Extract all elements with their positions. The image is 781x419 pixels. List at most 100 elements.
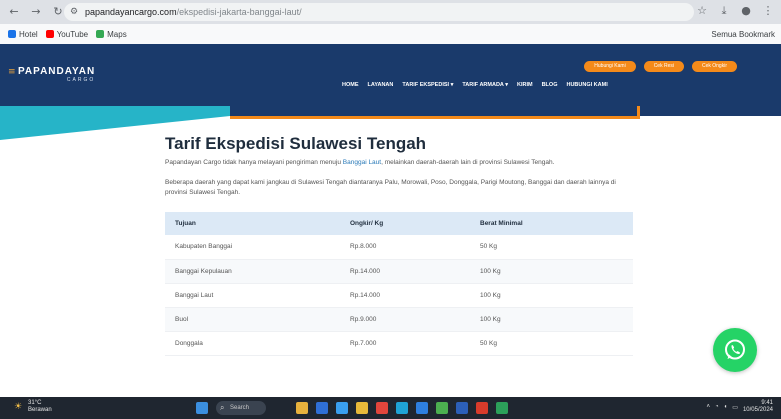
url-bar[interactable]: ⚙ papandayancargo.com /ekspedisi-jakarta… bbox=[64, 3, 694, 21]
bookmark-item[interactable]: Maps bbox=[96, 30, 127, 39]
app-icon[interactable] bbox=[336, 402, 348, 414]
check-rate-button[interactable]: Cek Ongkir bbox=[691, 61, 737, 72]
logo-mark-icon: ≡ bbox=[8, 67, 16, 77]
nav-services[interactable]: LAYANAN bbox=[368, 82, 394, 88]
table-row: Buol Rp.9.000 100 Kg bbox=[165, 307, 633, 332]
word-icon[interactable] bbox=[456, 402, 468, 414]
cell-destination: Banggai Laut bbox=[165, 283, 340, 308]
nav-home[interactable]: HOME bbox=[342, 82, 359, 88]
clock-date: 10/05/2024 bbox=[742, 407, 773, 413]
decorative-line-vertical bbox=[637, 106, 640, 119]
bookmark-favicon-icon bbox=[8, 30, 16, 38]
app-icon[interactable] bbox=[316, 402, 328, 414]
system-tray: ˄ ◔ ◖ ▭ 9:41 10/05/2024 bbox=[707, 400, 773, 414]
download-icon[interactable]: ⤓ bbox=[717, 4, 731, 18]
youtube-icon bbox=[45, 30, 54, 38]
table-row: Banggai Laut Rp.14.000 100 Kg bbox=[165, 283, 633, 308]
site-logo[interactable]: ≡ PAPANDAYAN CARGO bbox=[8, 66, 96, 83]
maps-icon bbox=[96, 30, 105, 38]
app-icon[interactable] bbox=[416, 402, 428, 414]
wifi-icon[interactable]: ◔ bbox=[715, 404, 719, 410]
clock-time: 9:41 bbox=[761, 400, 773, 406]
cell-min-weight: 50 Kg bbox=[470, 235, 633, 260]
cell-min-weight: 100 Kg bbox=[470, 259, 633, 284]
browser-actions: ☆ ⤓ ● ⋮ bbox=[695, 4, 775, 18]
weather-icon: ☀ bbox=[14, 402, 23, 412]
bookmark-label: Hotel bbox=[19, 29, 38, 39]
chrome-icon[interactable] bbox=[376, 402, 388, 414]
nav-contact[interactable]: HUBUNGI KAMI bbox=[566, 82, 607, 88]
page-title: Tarif Ekspedisi Sulawesi Tengah bbox=[165, 134, 427, 153]
cell-min-weight: 50 Kg bbox=[470, 331, 633, 356]
cell-destination: Kabupaten Banggai bbox=[165, 235, 340, 260]
logo-text: PAPANDAYAN bbox=[18, 66, 96, 77]
nav-fleet-rates[interactable]: TARIF ARMADA ▾ bbox=[462, 82, 508, 88]
bookmark-item[interactable]: YouTube bbox=[45, 29, 89, 39]
nav-send[interactable]: KIRIM bbox=[517, 82, 533, 88]
header-action-buttons: Hubungi Kami Cek Resi Cek Ongkir bbox=[584, 61, 737, 72]
site-info-icon[interactable]: ⚙ bbox=[70, 7, 80, 17]
app-icon[interactable] bbox=[476, 402, 488, 414]
edge-icon[interactable] bbox=[396, 402, 408, 414]
back-icon[interactable]: ← bbox=[6, 4, 22, 20]
table-row: Banggai Kepulauan Rp.14.000 100 Kg bbox=[165, 259, 633, 284]
cell-rate: Rp.14.000 bbox=[340, 259, 470, 284]
main-navigation: HOME LAYANAN TARIF EKSPEDISI ▾ TARIF ARM… bbox=[342, 82, 608, 88]
weather-temp: 31°C bbox=[28, 400, 42, 406]
decorative-line bbox=[230, 116, 640, 119]
logo-subtext: CARGO bbox=[66, 77, 96, 83]
table-row: Donggala Rp.7.000 50 Kg bbox=[165, 331, 633, 356]
clock[interactable]: 9:41 10/05/2024 bbox=[743, 400, 773, 414]
nav-blog[interactable]: BLOG bbox=[542, 82, 558, 88]
contact-button[interactable]: Hubungi Kami bbox=[584, 61, 636, 72]
bookmark-label: Maps bbox=[107, 29, 127, 39]
cell-rate: Rp.14.000 bbox=[340, 283, 470, 308]
bookmarks-bar: Hotel YouTube Maps Semua Bookmark bbox=[0, 24, 781, 44]
file-explorer-icon[interactable] bbox=[296, 402, 308, 414]
volume-icon[interactable]: ◖ bbox=[724, 404, 728, 410]
cell-min-weight: 100 Kg bbox=[470, 307, 633, 332]
profile-icon[interactable]: ● bbox=[739, 4, 753, 18]
nav-expedition-rates[interactable]: TARIF EKSPEDISI ▾ bbox=[402, 82, 453, 88]
intro-text: Papandayan Cargo tidak hanya melayani pe… bbox=[165, 159, 343, 166]
menu-icon[interactable]: ⋮ bbox=[761, 4, 775, 18]
url-host: papandayancargo.com bbox=[85, 7, 177, 17]
banggai-laut-link[interactable]: Banggai Laut bbox=[343, 159, 381, 166]
cell-destination: Banggai Kepulauan bbox=[165, 259, 340, 284]
taskbar-search[interactable]: Search bbox=[216, 401, 266, 415]
column-header-rate: Ongkir/ Kg bbox=[340, 212, 470, 235]
url-path: /ekspedisi-jakarta-banggai-laut/ bbox=[176, 7, 302, 17]
weather-widget[interactable]: ☀ 31°C Berawan bbox=[14, 400, 52, 414]
cell-destination: Donggala bbox=[165, 331, 340, 356]
all-bookmarks[interactable]: Semua Bookmark bbox=[711, 30, 775, 39]
main-content: Tarif Ekspedisi Sulawesi Tengah Papanday… bbox=[165, 128, 633, 356]
battery-icon[interactable]: ▭ bbox=[732, 404, 738, 411]
cell-min-weight: 100 Kg bbox=[470, 283, 633, 308]
cell-rate: Rp.9.000 bbox=[340, 307, 470, 332]
weather-desc: Berawan bbox=[28, 407, 52, 413]
table-header-row: Tujuan Ongkir/ Kg Berat Minimal bbox=[165, 212, 633, 235]
tray-chevron-icon[interactable]: ˄ bbox=[707, 404, 711, 410]
excel-icon[interactable] bbox=[496, 402, 508, 414]
bookmark-star-icon[interactable]: ☆ bbox=[695, 4, 709, 18]
taskbar-apps: Search bbox=[196, 401, 508, 415]
intro-text-end: , melainkan daerah-daerah lain di provin… bbox=[381, 159, 555, 166]
whatsapp-icon bbox=[725, 339, 745, 360]
whatsapp-chat-button[interactable] bbox=[713, 328, 757, 372]
cell-rate: Rp.7.000 bbox=[340, 331, 470, 356]
app-icon[interactable] bbox=[356, 402, 368, 414]
column-header-min-weight: Berat Minimal bbox=[470, 212, 633, 235]
windows-start-icon[interactable] bbox=[196, 402, 208, 414]
bookmark-label: YouTube bbox=[56, 29, 89, 39]
cell-rate: Rp.8.000 bbox=[340, 235, 470, 260]
intro-paragraph: Papandayan Cargo tidak hanya melayani pe… bbox=[165, 158, 633, 168]
coverage-paragraph: Beberapa daerah yang dapat kami jangkau … bbox=[165, 179, 616, 196]
cell-destination: Buol bbox=[165, 307, 340, 332]
forward-icon[interactable]: → bbox=[28, 4, 44, 20]
track-button[interactable]: Cek Resi bbox=[643, 61, 684, 72]
app-icon[interactable] bbox=[436, 402, 448, 414]
decorative-band bbox=[0, 106, 230, 116]
column-header-destination: Tujuan bbox=[165, 212, 340, 235]
bookmark-item[interactable]: Hotel bbox=[8, 30, 38, 39]
rates-table: Tujuan Ongkir/ Kg Berat Minimal Kabupate… bbox=[165, 212, 633, 356]
